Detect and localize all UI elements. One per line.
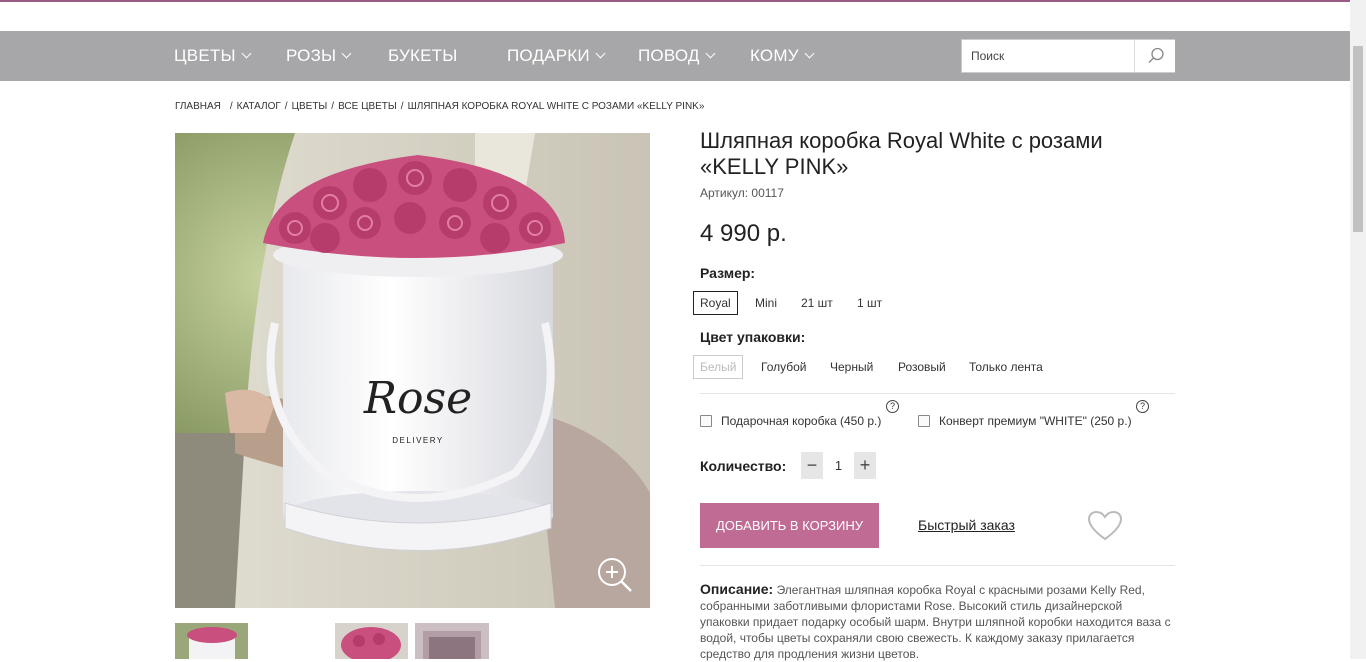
product-photo[interactable]: Rose DELIVERY — [175, 133, 650, 608]
checkbox[interactable] — [700, 415, 712, 427]
quantity-stepper: − 1 + — [801, 452, 876, 479]
quantity-input[interactable]: 1 — [823, 452, 854, 479]
nav-item-occasion[interactable]: ПОВОД — [638, 46, 716, 66]
heart-icon[interactable] — [1087, 510, 1123, 542]
quantity-minus-button[interactable]: − — [801, 452, 823, 479]
product-image: Rose DELIVERY — [175, 133, 650, 608]
quantity-label: Количество: — [700, 458, 787, 474]
add-to-cart-button[interactable]: Добавить в корзину — [700, 503, 879, 548]
size-option-royal[interactable]: Royal — [693, 291, 738, 315]
chevron-down-icon — [705, 48, 716, 59]
help-icon[interactable]: ? — [886, 400, 899, 413]
breadcrumb: Главная / Каталог / Цветы / Все цветы / Шляпная … — [175, 101, 705, 112]
thumbnail-3[interactable] — [415, 623, 489, 659]
nav-item-for-whom[interactable]: КОМУ — [750, 46, 815, 66]
product-article: Артикул: 00117 — [700, 186, 784, 200]
search-input[interactable] — [962, 40, 1134, 72]
pack-option-black[interactable]: Черный — [823, 355, 880, 379]
breadcrumb-catalog[interactable]: Каталог — [237, 101, 281, 112]
nav-item-gifts[interactable]: ПОДАРКИ — [507, 46, 606, 66]
nav-item-flowers[interactable]: ЦВЕТЫ — [174, 46, 252, 66]
pack-color-label: Цвет упаковки: — [700, 329, 806, 345]
quantity-plus-button[interactable]: + — [854, 452, 876, 479]
thumbnail-2[interactable] — [335, 623, 408, 659]
page-scrollbar[interactable] — [1350, 0, 1366, 659]
breadcrumb-current: Шляпная коробка Royal White с розами «Ke… — [407, 101, 705, 112]
search-icon — [1148, 47, 1164, 63]
product-title: Шляпная коробка Royal White с розами «KE… — [700, 128, 1103, 179]
main-nav: ЦВЕТЫ РОЗЫ БУКЕТЫ ПОДАРКИ ПОВОД КОМУ — [0, 31, 1350, 81]
checkbox[interactable] — [918, 415, 930, 427]
nav-item-roses[interactable]: РОЗЫ — [286, 46, 352, 66]
top-accent-line — [0, 0, 1366, 2]
chevron-down-icon — [341, 48, 352, 59]
chevron-down-icon — [595, 48, 606, 59]
size-option-1[interactable]: 1 шт — [850, 291, 889, 315]
search-box — [961, 39, 1175, 73]
scrollbar-thumb[interactable] — [1353, 46, 1363, 232]
product-description: Описание: Элегантная шляпная коробка Roy… — [700, 581, 1175, 662]
size-label: Размер: — [700, 265, 756, 281]
pack-option-white[interactable]: Белый — [693, 355, 744, 379]
addon-gift-box[interactable]: Подарочная коробка (450 р.) — [700, 414, 881, 428]
description-label: Описание: — [700, 581, 774, 597]
chevron-down-icon — [804, 48, 815, 59]
pack-option-ribbon-only[interactable]: Только лента — [962, 355, 1050, 379]
nav-item-bouquets[interactable]: БУКЕТЫ — [388, 46, 457, 66]
divider — [700, 565, 1175, 566]
pack-option-pink[interactable]: Розовый — [891, 355, 953, 379]
breadcrumb-all-flowers[interactable]: Все цветы — [338, 101, 397, 112]
pack-option-blue[interactable]: Голубой — [754, 355, 814, 379]
search-button[interactable] — [1134, 40, 1175, 72]
size-option-mini[interactable]: Mini — [748, 291, 784, 315]
thumbnail-1[interactable] — [175, 623, 248, 659]
svg-text:Rose: Rose — [363, 373, 472, 424]
zoom-icon[interactable] — [595, 555, 635, 595]
quick-order-link[interactable]: Быстрый заказ — [918, 517, 1015, 533]
help-icon[interactable]: ? — [1136, 400, 1149, 413]
size-option-21[interactable]: 21 шт — [794, 291, 840, 315]
breadcrumb-home[interactable]: Главная — [175, 101, 221, 112]
thumbnail-image — [335, 623, 408, 659]
breadcrumb-flowers[interactable]: Цветы — [292, 101, 328, 112]
thumbnail-image — [175, 623, 248, 659]
svg-text:DELIVERY: DELIVERY — [392, 436, 443, 445]
product-price: 4 990 р. — [700, 220, 787, 247]
chevron-down-icon — [241, 48, 252, 59]
thumbnail-image — [415, 623, 489, 659]
divider — [700, 393, 1175, 394]
addon-envelope[interactable]: Конверт премиум "WHITE" (250 р.) — [918, 414, 1132, 428]
